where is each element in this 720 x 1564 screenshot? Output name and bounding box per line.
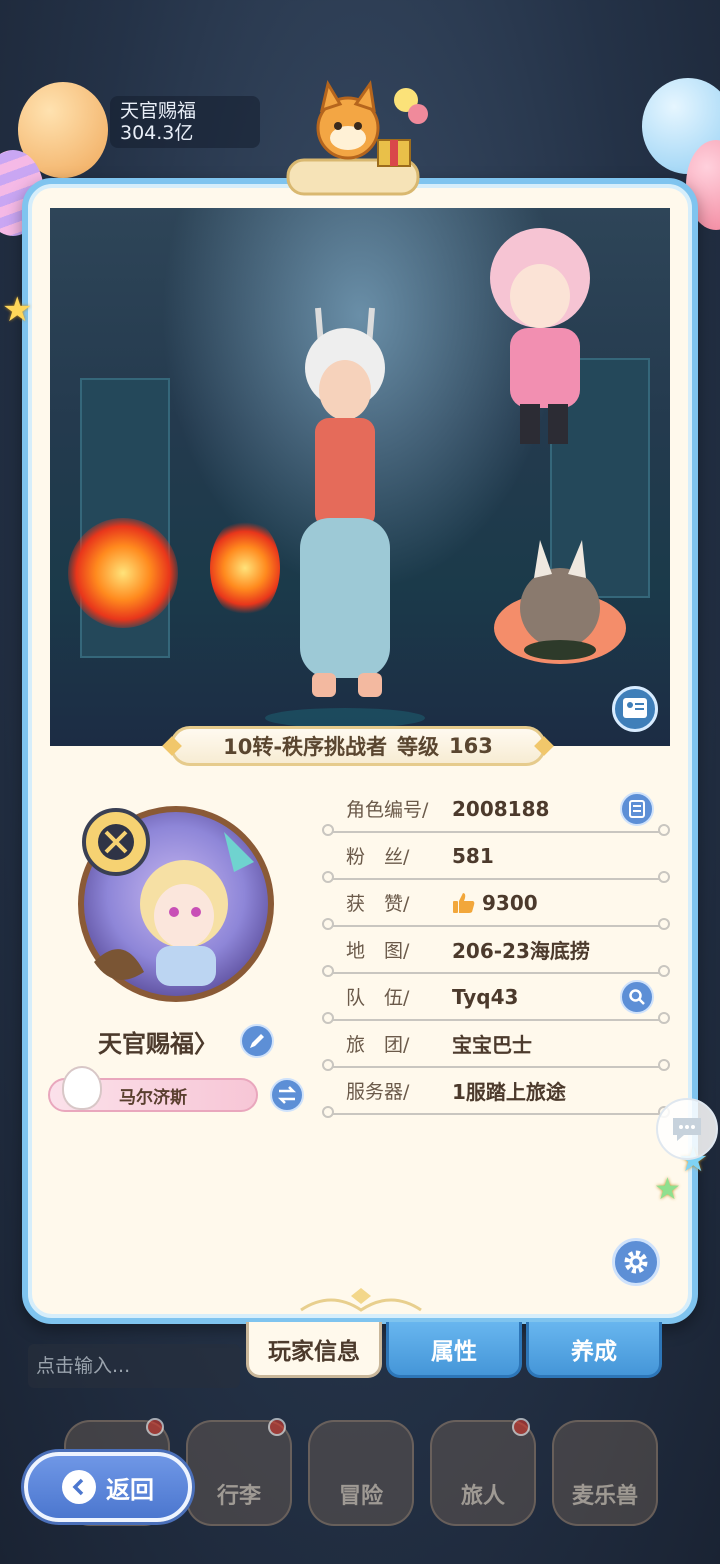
- player-character-sprite: [265, 307, 425, 728]
- flame-portal-effect: [68, 518, 178, 628]
- notification-dot: [268, 1418, 286, 1436]
- info-value: 1服踏上旅途: [452, 1080, 566, 1104]
- nav-item-pets[interactable]: 麦乐兽: [552, 1420, 658, 1526]
- info-value: Tyq43: [452, 984, 519, 1009]
- back-button-label: 返回: [106, 1475, 154, 1504]
- notification-dot: [146, 1418, 164, 1436]
- info-row-likes: 获 赞/ 9300: [322, 880, 670, 930]
- swap-title-button[interactable]: [270, 1078, 304, 1112]
- card-bottom-ornament: [300, 1288, 422, 1312]
- info-value: 2008188: [452, 796, 550, 821]
- notification-dot: [512, 1418, 530, 1436]
- background-top-label-value: 304.3亿: [120, 122, 194, 144]
- tab-development[interactable]: 养成: [526, 1322, 662, 1378]
- info-value: 206-23海底捞: [452, 939, 590, 963]
- info-value: 宝宝巴士: [452, 1033, 532, 1057]
- star-decoration-icon: ★: [2, 290, 33, 330]
- nav-item-adventure[interactable]: 冒险: [308, 1420, 414, 1526]
- character-portrait-scene: [50, 208, 670, 746]
- pet-creature-sprite: [494, 540, 626, 664]
- mascot-cat-icon: [286, 80, 428, 196]
- info-row-guild: 旅 团/ 宝宝巴士: [322, 1021, 670, 1071]
- rank-badge-icon: [82, 808, 150, 876]
- nav-item-label: 行李: [216, 1484, 261, 1509]
- nav-item-label: 麦乐兽: [571, 1484, 638, 1509]
- tab-player-info[interactable]: 玩家信息: [246, 1322, 382, 1378]
- chat-input[interactable]: [28, 1344, 240, 1388]
- pencil-icon: [250, 1034, 264, 1048]
- edit-nickname-button[interactable]: [240, 1024, 274, 1058]
- rank-title: 10转-秩序挑战者: [223, 735, 388, 759]
- player-title-text: 马尔济斯: [119, 1087, 187, 1108]
- info-label: 角色编号/: [346, 799, 429, 821]
- gear-icon: [624, 1250, 648, 1274]
- background-top-label-name: 天官赐福: [120, 100, 197, 122]
- level-value: 163: [449, 734, 493, 758]
- info-label: 队 伍/: [346, 987, 410, 1009]
- swap-arrows-icon: [277, 1086, 297, 1104]
- portrait-switch-icon: [623, 698, 647, 718]
- settings-button[interactable]: [612, 1238, 660, 1286]
- portrait-switch-button[interactable]: [612, 686, 658, 732]
- info-row-map: 地 图/ 206-23海底捞: [322, 927, 670, 977]
- level-label: 等级: [397, 735, 440, 759]
- bear-mascot-icon: [62, 1066, 102, 1110]
- info-label: 粉 丝/: [346, 846, 410, 868]
- chat-bubble-button[interactable]: [656, 1098, 718, 1160]
- info-row-fans: 粉 丝/ 581: [322, 833, 670, 883]
- nav-item-label: 旅人: [460, 1484, 505, 1509]
- back-arrow-icon: [62, 1470, 96, 1504]
- search-icon: [629, 989, 645, 1005]
- likes-count: 9300: [482, 890, 538, 915]
- info-label: 地 图/: [346, 940, 410, 962]
- info-value-likes: 9300: [452, 891, 538, 915]
- info-label: 获 赞/: [346, 893, 410, 915]
- nav-item-travelers[interactable]: 旅人: [430, 1418, 536, 1526]
- back-button[interactable]: 返回: [24, 1452, 192, 1522]
- info-row-role-id: 角色编号/ 2008188: [322, 786, 670, 836]
- list-icon: [629, 800, 645, 818]
- info-row-server: 服务器/ 1服踏上旅途: [322, 1068, 670, 1118]
- tab-attributes[interactable]: 属性: [386, 1322, 522, 1378]
- info-label: 服务器/: [346, 1081, 410, 1103]
- search-team-button[interactable]: [620, 980, 654, 1014]
- nav-item-luggage[interactable]: 行李: [186, 1418, 292, 1526]
- info-row-team: 队 伍/ Tyq43: [322, 974, 670, 1024]
- thumbs-up-icon: [453, 892, 475, 913]
- info-tabs: 玩家信息 属性 养成: [246, 1322, 662, 1378]
- rank-level-banner: 10转-秩序挑战者 等级 163: [170, 726, 546, 766]
- background-top-label: 天官赐福 304.3亿: [110, 96, 260, 148]
- player-nickname: 天官赐福〉: [98, 1030, 218, 1058]
- chat-bubble-icon: [673, 1118, 701, 1141]
- nav-item-label: 冒险: [338, 1484, 383, 1509]
- player-info-list: 角色编号/ 2008188 粉 丝/ 581 获 赞/ 9300 地 图/ 20…: [322, 786, 670, 1118]
- copy-id-button[interactable]: [620, 792, 654, 826]
- player-title-badge[interactable]: 马尔济斯: [48, 1066, 258, 1112]
- info-label: 旅 团/: [346, 1034, 410, 1056]
- companion-girl-sprite: [490, 228, 590, 444]
- info-value: 581: [452, 843, 494, 868]
- star-decoration-icon: ★: [654, 1172, 681, 1207]
